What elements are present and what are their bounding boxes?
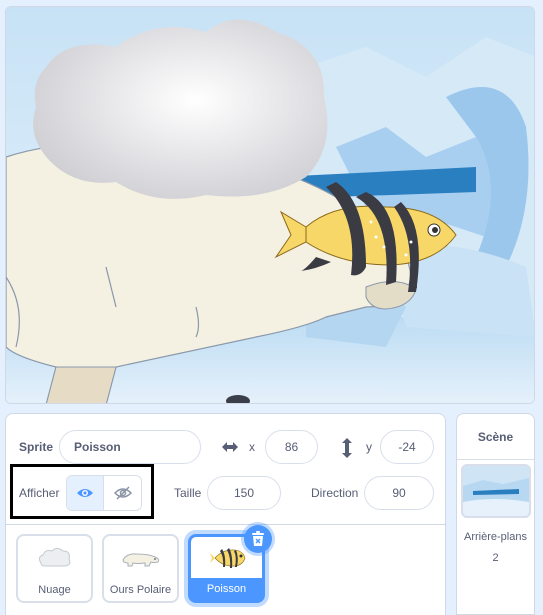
direction-label: Direction <box>311 486 359 500</box>
y-input[interactable]: -24 <box>380 430 434 464</box>
stage-canvas[interactable] <box>5 6 535 404</box>
direction-input[interactable]: 90 <box>364 476 434 510</box>
sprite-tile-poisson[interactable]: Poisson <box>188 525 272 603</box>
sprite-tile-label: Poisson <box>191 578 262 600</box>
sprite-name-input[interactable]: Poisson <box>59 430 201 464</box>
y-arrows-icon <box>340 437 354 462</box>
highlight-box <box>10 464 154 519</box>
stage-selector[interactable]: Scène Arrière-plans 2 <box>456 413 535 615</box>
sprite-name-label: Sprite <box>19 440 54 454</box>
sprite-tile-nuage[interactable]: Nuage <box>16 534 93 603</box>
size-input[interactable]: 150 <box>207 476 281 510</box>
sprite-list: Nuage Ours Polaire Poisson <box>5 525 446 615</box>
y-label: y <box>366 440 372 454</box>
backdrop-thumbnail <box>461 464 531 518</box>
x-arrows-icon <box>220 438 240 459</box>
stage-selector-title: Scène <box>457 414 534 460</box>
sprite-tile-ours-polaire[interactable]: Ours Polaire <box>102 534 179 603</box>
backdrops-count: 2 <box>492 552 499 564</box>
cloud-icon <box>38 548 71 567</box>
backdrops-label: Arrière-plans <box>464 531 527 543</box>
sprite-tile-label: Nuage <box>38 584 71 596</box>
size-label: Taille <box>174 486 202 500</box>
x-label: x <box>249 440 255 454</box>
polar-bear-icon <box>122 553 160 567</box>
fish-icon <box>210 548 246 568</box>
delete-sprite-button[interactable] <box>244 525 272 553</box>
stage-scene <box>6 7 534 403</box>
sprite-info-row-1: Sprite Poisson x 86 y -24 <box>6 429 445 465</box>
x-input[interactable]: 86 <box>265 430 318 464</box>
sprite-tile-label: Ours Polaire <box>109 584 172 596</box>
trash-icon <box>252 531 264 546</box>
